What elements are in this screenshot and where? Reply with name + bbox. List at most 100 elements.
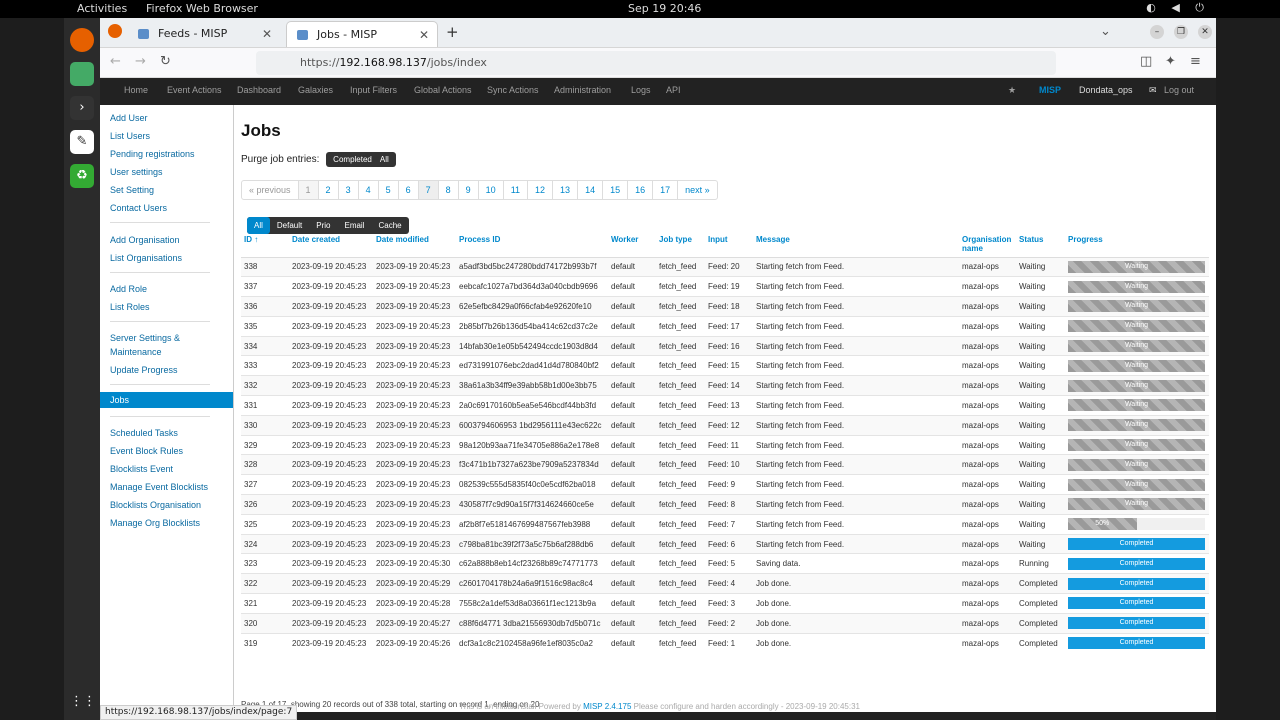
sidebar-item-pending-registrations[interactable]: Pending registrations [110, 147, 195, 161]
page-link[interactable]: 15 [603, 181, 629, 199]
files-icon[interactable] [70, 62, 94, 86]
sidebar-item-set-setting[interactable]: Set Setting [110, 183, 154, 197]
sidebar-item-server-settings[interactable]: Server Settings & Maintenance [110, 331, 200, 359]
new-tab-icon[interactable]: + [446, 23, 459, 41]
window-close-icon[interactable]: ✕ [1198, 25, 1212, 39]
nav-administration[interactable]: Administration [554, 85, 611, 95]
sidebar-item-user-settings[interactable]: User settings [110, 165, 163, 179]
sidebar-item-blocklists-organisation[interactable]: Blocklists Organisation [110, 498, 201, 512]
filter-cache[interactable]: Cache [372, 217, 409, 234]
sidebar-item-list-roles[interactable]: List Roles [110, 300, 150, 314]
page-link[interactable]: 9 [459, 181, 479, 199]
pocket-icon[interactable]: ◫ [1140, 54, 1152, 69]
clock[interactable]: Sep 19 20:46 [628, 2, 701, 15]
filter-default[interactable]: Default [270, 217, 309, 234]
pagination-next[interactable]: next » [678, 181, 717, 199]
star-icon[interactable]: ★ [1008, 85, 1016, 96]
col-id[interactable]: ID ↑ [241, 233, 289, 258]
purge-all-button[interactable]: All [375, 152, 393, 167]
firefox-icon[interactable] [70, 28, 94, 52]
firefox-view-icon[interactable] [108, 24, 122, 38]
page-link[interactable]: 14 [578, 181, 604, 199]
sidebar-item-update-progress[interactable]: Update Progress [110, 363, 178, 377]
sidebar-item-add-user[interactable]: Add User [110, 111, 148, 125]
page-link[interactable]: 4 [359, 181, 379, 199]
app-grid-icon[interactable]: ⋮⋮ [70, 690, 96, 714]
envelope-icon[interactable]: ✉ [1149, 85, 1157, 96]
page-link[interactable]: 10 [479, 181, 504, 199]
col-date-modified[interactable]: Date modified [373, 233, 456, 258]
job-process-id: 6003794606953 1bd2956111e43ec622c [456, 414, 608, 436]
terminal-icon[interactable]: › [70, 96, 94, 120]
page-link[interactable]: 16 [628, 181, 654, 199]
col-organisation-name[interactable]: Organisation name [959, 233, 1016, 258]
minimize-icon[interactable]: – [1150, 25, 1164, 39]
maximize-icon[interactable]: ❐ [1174, 25, 1188, 39]
filter-email[interactable]: Email [337, 217, 371, 234]
close-icon[interactable]: ✕ [262, 21, 272, 47]
sidebar-item-list-users[interactable]: List Users [110, 129, 150, 143]
col-job-type[interactable]: Job type [656, 233, 705, 258]
sidebar-item-blocklists-event[interactable]: Blocklists Event [110, 462, 173, 476]
activities-button[interactable]: Activities [77, 2, 127, 15]
page-link-hovered[interactable]: 7 [418, 181, 439, 199]
footer-misp-link[interactable]: MISP 2.4.175 [583, 702, 631, 711]
nav-logout[interactable]: Log out [1164, 85, 1194, 95]
col-message[interactable]: Message [753, 233, 959, 258]
page-link[interactable]: 8 [439, 181, 459, 199]
page-link[interactable]: 2 [319, 181, 339, 199]
nav-galaxies[interactable]: Galaxies [298, 85, 333, 95]
url-bar[interactable]: https://192.168.98.137/jobs/index [256, 51, 1056, 75]
job-message: Starting fetch from Feed. [753, 474, 959, 495]
page-title: Jobs [241, 121, 281, 140]
nav-event-actions[interactable]: Event Actions [167, 85, 222, 95]
col-date-created[interactable]: Date created [289, 233, 373, 258]
nav-api[interactable]: API [666, 85, 681, 95]
nav-input-filters[interactable]: Input Filters [350, 85, 397, 95]
sidebar-item-add-organisation[interactable]: Add Organisation [110, 233, 180, 247]
filter-prio[interactable]: Prio [309, 217, 337, 234]
extensions-icon[interactable]: ✦ [1165, 54, 1176, 69]
tab-jobs[interactable]: Jobs - MISP ✕ [286, 21, 438, 47]
nav-home[interactable]: Home [124, 85, 148, 95]
nav-user[interactable]: Dondata_ops [1079, 85, 1133, 95]
page-link[interactable]: 12 [528, 181, 554, 199]
col-process-id[interactable]: Process ID [456, 233, 608, 258]
text-editor-icon[interactable]: ✎ [70, 130, 94, 154]
page-link[interactable]: 5 [379, 181, 399, 199]
system-tray[interactable]: ◐ ◀ ⏻ [1146, 1, 1210, 15]
sidebar-item-manage-org-blocklists[interactable]: Manage Org Blocklists [110, 516, 200, 530]
sidebar-item-manage-event-blocklists[interactable]: Manage Event Blocklists [110, 480, 208, 494]
trash-icon[interactable]: ♻ [70, 164, 94, 188]
sidebar-item-list-organisations[interactable]: List Organisations [110, 251, 182, 265]
purge-completed-button[interactable]: Completed [329, 152, 376, 167]
sidebar-item-event-block-rules[interactable]: Event Block Rules [110, 444, 183, 458]
nav-sync-actions[interactable]: Sync Actions [487, 85, 539, 95]
col-worker[interactable]: Worker [608, 233, 656, 258]
sidebar-item-scheduled-tasks[interactable]: Scheduled Tasks [110, 426, 178, 440]
page-link[interactable]: 11 [504, 181, 529, 199]
menu-icon[interactable]: ≡ [1190, 54, 1201, 69]
job-type: fetch_feed [656, 612, 705, 634]
page-link[interactable]: 6 [399, 181, 419, 199]
sidebar-item-contact-users[interactable]: Contact Users [110, 201, 167, 215]
list-tabs-icon[interactable]: ⌄ [1100, 24, 1111, 39]
active-app-label[interactable]: Firefox Web Browser [146, 2, 258, 15]
tab-feeds[interactable]: Feeds - MISP ✕ [128, 21, 280, 47]
sidebar-item-jobs[interactable]: Jobs [100, 392, 233, 408]
nav-logs[interactable]: Logs [631, 85, 651, 95]
page-link[interactable]: 3 [339, 181, 359, 199]
col-status[interactable]: Status [1016, 233, 1065, 258]
col-input[interactable]: Input [705, 233, 753, 258]
close-icon[interactable]: ✕ [419, 22, 429, 48]
nav-dashboard[interactable]: Dashboard [237, 85, 281, 95]
back-icon[interactable]: ← [110, 54, 121, 69]
reload-icon[interactable]: ↻ [160, 54, 171, 69]
page-link[interactable]: 13 [553, 181, 579, 199]
page-link[interactable]: 17 [653, 181, 679, 199]
filter-all[interactable]: All [247, 217, 270, 234]
forward-icon[interactable]: → [135, 54, 146, 69]
nav-brand[interactable]: MISP [1039, 85, 1061, 95]
nav-global-actions[interactable]: Global Actions [414, 85, 472, 95]
sidebar-item-add-role[interactable]: Add Role [110, 282, 147, 296]
